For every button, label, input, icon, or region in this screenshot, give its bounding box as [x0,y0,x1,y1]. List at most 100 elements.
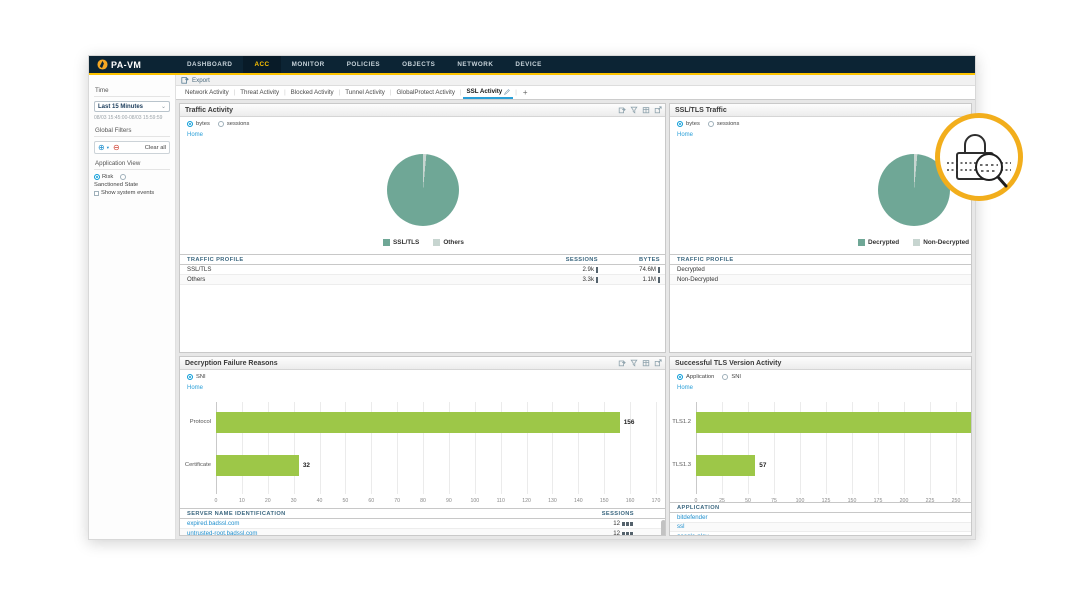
nav-item-network[interactable]: NETWORK [446,56,504,73]
remove-filter-icon[interactable]: ⊖ [113,144,120,152]
table-row[interactable]: Non-Decrypted [670,275,972,285]
radio-sessions[interactable] [218,121,224,127]
edit-pencil-icon[interactable] [504,89,510,95]
show-system-events-checkbox[interactable] [94,191,99,196]
bytes-value: 1.1M [642,276,656,283]
bytes-value: 74.6M [639,266,656,273]
panel-title: SSL/TLS Traffic [675,107,727,114]
traffic-activity-pie-chart[interactable] [387,154,459,226]
home-link[interactable]: Home [187,385,203,391]
show-system-events-label: Show system events [101,190,154,196]
add-filter-icon[interactable]: ⊕ [98,144,105,152]
export-icon[interactable] [618,359,626,367]
col-server-name: SERVER NAME IDENTIFICATION [187,511,560,517]
export-button[interactable]: Export [192,77,210,84]
radio-label: bytes [686,121,700,127]
radio-risk[interactable] [94,174,100,180]
cell-sessions: 2.9k [520,266,598,273]
cell-name: Others [187,276,520,283]
tab-tunnel-activity[interactable]: Tunnel Activity [342,87,388,98]
application-row: bitdefender [670,513,972,523]
filter-icon[interactable] [630,106,638,114]
application-link[interactable]: bitdefender [677,514,708,521]
nav-item-device[interactable]: DEVICE [504,56,552,73]
add-filter-caret-icon[interactable]: ▾ [107,145,109,151]
cell-application: google-play [677,533,972,536]
tab-network-activity[interactable]: Network Activity [182,87,232,98]
legend-swatch [858,239,865,246]
add-tab-button[interactable]: + [519,88,532,97]
tab-threat-activity[interactable]: Threat Activity [237,87,282,98]
bar-category-label: TLS1.3 [670,462,691,468]
radio-sni[interactable] [187,374,193,380]
x-tick-label: 50 [343,498,349,504]
nav-item-dashboard[interactable]: DASHBOARD [176,56,243,73]
tab-blocked-activity[interactable]: Blocked Activity [288,87,337,98]
nav-item-policies[interactable]: POLICIES [336,56,391,73]
legend-swatch [383,239,390,246]
table-row[interactable]: Decrypted [670,265,972,275]
tab-globalprotect-activity[interactable]: GlobalProtect Activity [393,87,457,98]
radio-bytes[interactable] [187,121,193,127]
legend-label: Others [443,239,464,246]
export-icon[interactable] [618,106,626,114]
radio-bytes[interactable] [677,121,683,127]
cell-application: bitdefender [677,514,972,521]
radio-application[interactable] [677,374,683,380]
nav-item-acc[interactable]: ACC [243,56,280,73]
time-range-dropdown[interactable]: Last 15 Minutes ⌄ [94,101,170,112]
x-tick-label: 120 [522,498,531,504]
col-traffic-profile: TRAFFIC PROFILE [677,257,972,263]
panel-title: Decryption Failure Reasons [185,360,278,367]
bar-tls1-2[interactable] [696,412,972,433]
sni-row: untrusted-root.badssl.com 12 [180,529,666,536]
col-bytes: BYTES [598,257,660,263]
maximize-icon[interactable] [654,359,662,367]
clear-all-link[interactable]: Clear all [145,145,166,151]
table-header-row: TRAFFIC PROFILE [670,254,972,265]
filter-icon[interactable] [630,359,638,367]
legend-item: SSL/TLS [383,239,419,246]
server-name-link[interactable]: untrusted-root.badssl.com [187,530,257,536]
lock-magnifier-callout [935,113,1023,201]
table-row[interactable]: Others3.3k1.1M [180,275,666,285]
tls-version-header: Successful TLS Version Activity [670,357,972,370]
sessions-value: 12 [613,530,620,536]
bar-tls1-3[interactable] [696,455,755,476]
tab-ssl-activity[interactable]: SSL Activity [463,86,513,99]
legend-item: Decrypted [858,239,899,246]
application-row: google-play [670,532,972,536]
radio-sessions[interactable] [708,121,714,127]
scrollbar-thumb[interactable] [661,520,666,536]
ssl-tls-profile-table: TRAFFIC PROFILE DecryptedNon-Decrypted [670,254,972,285]
grid-icon[interactable] [642,106,650,114]
radio-sanctioned-state[interactable] [120,174,126,180]
legend-label: Non-Decrypted [923,239,969,246]
home-link[interactable]: Home [187,132,203,138]
x-tick-label: 80 [420,498,426,504]
radio-sni[interactable] [722,374,728,380]
nav-item-monitor[interactable]: MONITOR [281,56,336,73]
table-row[interactable]: SSL/TLS2.9k74.6M [180,265,666,275]
application-link[interactable]: ssl [677,523,684,530]
cell-sessions: 12 [560,520,660,527]
x-tick-label: 110 [497,498,505,504]
cell-bytes: 74.6M [598,266,660,273]
cell-bytes: 1.1M [598,276,660,283]
logo-text: PA-VM [111,60,141,70]
grid-icon[interactable] [642,359,650,367]
bar-certificate[interactable] [216,455,299,476]
nav-item-objects[interactable]: OBJECTS [391,56,446,73]
bar-value-label: 57 [759,462,766,469]
home-link[interactable]: Home [677,132,693,138]
application-link[interactable]: google-play [677,533,709,536]
tls-version-bar-chart: 0255075100125150175200225250TLS1.2TLS1.3… [670,402,972,510]
panel-decryption-failure-reasons: Decryption Failure Reasons SNI Home 0102… [179,356,666,536]
server-name-link[interactable]: expired.badssl.com [187,520,240,527]
x-tick-label: 30 [291,498,297,504]
home-link[interactable]: Home [677,385,693,391]
tls-version-radios: ApplicationSNI [677,374,746,380]
x-tick-label: 140 [574,498,583,504]
bar-protocol[interactable] [216,412,620,433]
maximize-icon[interactable] [654,106,662,114]
